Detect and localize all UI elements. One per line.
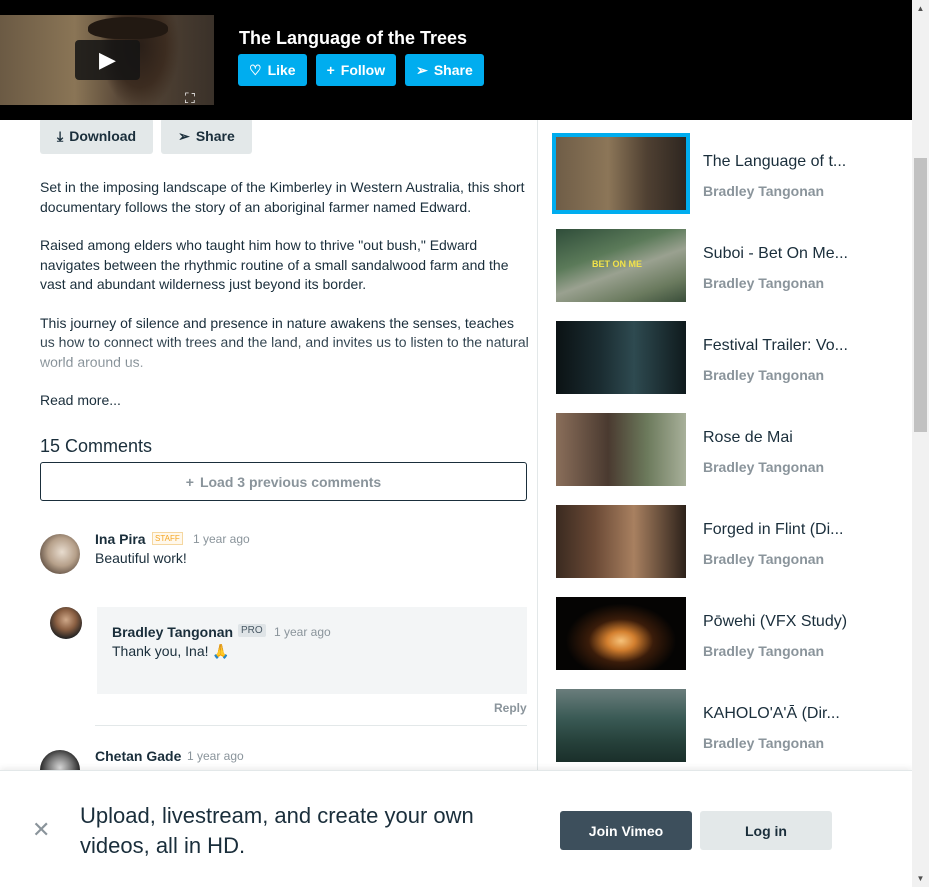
related-video-thumbnail[interactable]: BET ON ME [556,229,686,302]
comment-text: Beautiful work! [95,550,187,566]
expand-icon[interactable]: ⛶ [185,91,195,105]
related-video-author[interactable]: Bradley Tangonan [703,551,824,567]
signup-banner: ✕ Upload, livestream, and create your ow… [0,770,912,887]
related-video-thumbnail[interactable] [556,413,686,486]
load-previous-comments-button[interactable]: + Load 3 previous comments [40,462,527,501]
comment-time[interactable]: 1 year ago [274,625,331,639]
description-paragraph: This journey of silence and presence in … [40,314,529,370]
description-paragraph: Set in the imposing landscape of the Kim… [40,179,525,215]
related-video-author[interactable]: Bradley Tangonan [703,275,824,291]
avatar[interactable] [40,534,80,574]
related-video-thumbnail[interactable] [556,321,686,394]
related-video-title[interactable]: Suboi - Bet On Me... [703,245,848,263]
send-icon: ➢ [178,127,190,144]
heart-icon: ♡ [249,61,262,78]
comment-author[interactable]: Ina Pira [95,531,146,547]
banner-text: Upload, livestream, and create your own … [80,803,474,858]
scroll-up-arrow-icon[interactable]: ▲ [912,0,929,17]
share-button[interactable]: ➢ Share [161,118,252,154]
pro-badge: PRO [238,624,266,637]
related-video-item[interactable]: KAHOLO'A'Ā (Dir... Bradley Tangonan [556,689,896,762]
plus-icon: + [326,62,335,78]
download-button[interactable]: ⤓ Download [40,118,154,154]
share-button-top[interactable]: ➢ Share [405,54,484,86]
scrollbar[interactable]: ▲ ▼ [912,0,929,887]
scroll-down-arrow-icon[interactable]: ▼ [912,870,929,887]
related-video-item[interactable]: BET ON ME Suboi - Bet On Me... Bradley T… [556,229,896,302]
related-video-item[interactable]: The Language of t... Bradley Tangonan [552,133,896,214]
column-divider [537,120,538,770]
mini-player-thumbnail[interactable]: ▶ ⛶ [0,15,214,105]
related-video-title[interactable]: The Language of t... [703,153,846,171]
read-more-link[interactable]: Read more... [40,392,121,408]
video-description: Set in the imposing landscape of the Kim… [40,178,530,391]
comment-text: Thank you, Ina! 🙏 [112,643,230,659]
related-video-title[interactable]: Pōwehi (VFX Study) [703,613,847,631]
avatar[interactable] [50,607,82,639]
related-video-title[interactable]: Forged in Flint (Di... [703,521,843,539]
plus-icon: + [185,473,194,490]
join-vimeo-button[interactable]: Join Vimeo [560,811,692,850]
follow-button[interactable]: + Follow [315,54,397,86]
related-video-author[interactable]: Bradley Tangonan [703,735,824,751]
related-video-title[interactable]: KAHOLO'A'Ā (Dir... [703,705,840,723]
play-icon: ▶ [99,47,116,72]
comment-time[interactable]: 1 year ago [193,532,250,546]
related-video-item[interactable]: Forged in Flint (Di... Bradley Tangonan [556,505,896,578]
download-icon: ⤓ [57,127,64,144]
related-video-title[interactable]: Rose de Mai [703,429,793,447]
description-paragraph: Raised among elders who taught him how t… [40,237,509,292]
related-video-author[interactable]: Bradley Tangonan [703,183,824,199]
close-icon[interactable]: ✕ [32,819,50,841]
staff-badge: STAFF [152,532,183,545]
related-video-thumbnail[interactable] [556,597,686,670]
login-button[interactable]: Log in [700,811,832,850]
play-button[interactable]: ▶ [75,40,140,80]
send-icon: ➢ [416,61,428,78]
player-actions: ♡ Like + Follow ➢ Share [238,54,484,86]
related-video-thumbnail[interactable] [556,689,686,762]
related-video-item[interactable]: Festival Trailer: Vo... Bradley Tangonan [556,321,896,394]
scrollbar-thumb[interactable] [914,158,927,432]
sticky-player-bar: ▶ ⛶ The Language of the Trees ♡ Like + Fol… [0,0,912,120]
related-video-author[interactable]: Bradley Tangonan [703,367,824,383]
like-button[interactable]: ♡ Like [238,54,307,86]
reply-button[interactable]: Reply [494,701,527,715]
related-video-author[interactable]: Bradley Tangonan [703,643,824,659]
comments-heading: 15 Comments [40,436,153,456]
comment-time[interactable]: 1 year ago [187,749,244,763]
comment-author[interactable]: Chetan Gade [95,748,181,764]
related-video-author[interactable]: Bradley Tangonan [703,459,824,475]
comment-author[interactable]: Bradley Tangonan [112,624,233,640]
thumbnail-caption: BET ON ME [592,259,643,269]
divider [95,725,527,726]
related-video-title[interactable]: Festival Trailer: Vo... [703,337,848,355]
video-actions: ⤓ Download ➢ Share [40,118,252,154]
related-video-item[interactable]: Rose de Mai Bradley Tangonan [556,413,896,486]
related-video-thumbnail[interactable] [556,505,686,578]
video-title: The Language of the Trees [239,28,468,48]
related-video-item[interactable]: Pōwehi (VFX Study) Bradley Tangonan [556,597,896,670]
related-video-thumbnail[interactable] [552,133,690,214]
